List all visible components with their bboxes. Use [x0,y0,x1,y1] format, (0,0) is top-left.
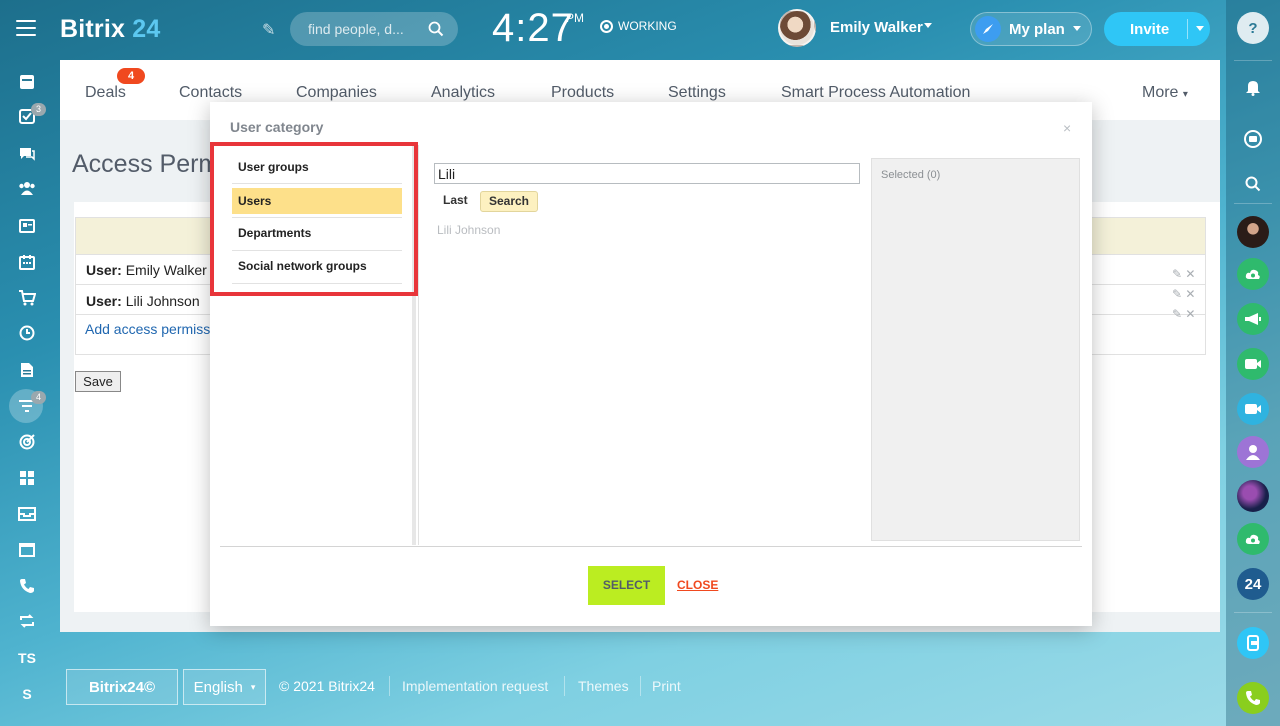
delete-icon: ✕ [1185,267,1196,281]
top-header: Bitrix 24 ✎ 4:27 PM WORKING Emily Walker… [0,0,1280,60]
chevron-down-icon [1072,26,1081,31]
language-selector[interactable]: English ▾ [183,669,266,705]
user-search-input[interactable] [434,163,860,184]
help-icon[interactable]: ? [1237,12,1269,44]
footer-link-implementation[interactable]: Implementation request [402,678,548,694]
permission-row-label: User: Lili Johnson [86,293,200,309]
contact-avatar[interactable] [1237,216,1269,248]
footer-logo[interactable]: Bitrix24© [66,669,178,705]
megaphone-icon[interactable] [1237,303,1269,335]
inbox-icon[interactable] [17,504,37,524]
cloud-icon[interactable] [1237,258,1269,290]
tab-companies[interactable]: Companies [296,84,377,102]
deals-badge: 4 [117,68,145,84]
video-call-icon[interactable] [1237,393,1269,425]
tab-products[interactable]: Products [551,84,614,102]
sidebar-item-s[interactable]: S [0,686,54,702]
chevron-down-icon[interactable] [1196,26,1205,32]
chevron-down-icon[interactable] [924,23,932,29]
search-result-item[interactable]: Lili Johnson [437,223,500,237]
page-title: Access Perm [72,150,220,178]
document-icon[interactable] [17,360,37,380]
add-access-permission-link[interactable]: Add access permiss [85,321,210,337]
clock-time[interactable]: 4:27 [492,6,574,51]
target-icon[interactable] [17,432,37,452]
close-button[interactable]: CLOSE [677,578,718,592]
invite-button[interactable]: Invite [1104,12,1210,46]
close-icon[interactable]: × [1063,120,1071,136]
select-button[interactable]: SELECT [588,566,665,605]
chevron-down-icon: ▾ [250,681,256,692]
record-icon [600,19,613,33]
tasks-badge: 3 [31,103,46,116]
calendar-icon[interactable] [17,252,37,272]
bell-icon[interactable] [1237,71,1269,103]
global-search[interactable] [290,12,458,46]
clock-ampm: PM [566,11,584,25]
row-actions[interactable]: ✎ ✕ [1172,307,1195,321]
chat-icon[interactable] [17,144,37,164]
filter-badge: 4 [31,391,46,404]
sidebar-item-ts[interactable]: TS [0,650,54,666]
phone-icon[interactable] [17,576,37,596]
mobile-device-icon[interactable] [1237,627,1269,659]
search-icon[interactable] [428,21,444,37]
phone-call-icon[interactable] [1237,682,1269,714]
selected-panel [871,158,1080,541]
dialog-divider [220,546,1082,547]
apps-grid-icon[interactable] [17,468,37,488]
my-plan-button[interactable]: My plan [970,12,1092,46]
video-chat-icon[interactable] [1237,348,1269,380]
delete-icon: ✕ [1185,287,1196,301]
category-highlight-box [210,142,418,296]
crm-card-icon[interactable] [17,216,37,236]
avatar[interactable] [778,9,816,47]
selected-count: Selected (0) [881,169,941,181]
feed-icon[interactable] [17,72,37,92]
row-actions[interactable]: ✎ ✕ [1172,267,1195,281]
row-actions[interactable]: ✎ ✕ [1172,287,1195,301]
employees-icon[interactable] [17,178,37,198]
save-button[interactable]: Save [75,371,121,392]
tab-contacts[interactable]: Contacts [179,84,242,102]
menu-icon[interactable] [16,20,36,38]
group-avatar[interactable] [1237,480,1269,512]
cloud-icon[interactable] [1237,523,1269,555]
tab-deals[interactable]: Deals [85,84,126,102]
user-name[interactable]: Emily Walker [830,19,923,36]
edit-icon: ✎ [1172,307,1183,321]
tab-analytics[interactable]: Analytics [431,84,495,102]
search-icon[interactable] [1237,168,1269,200]
window-icon[interactable] [17,540,37,560]
tab-settings[interactable]: Settings [668,84,726,102]
tab-last[interactable]: Last [443,193,468,207]
footer-copyright: © 2021 Bitrix24 [279,678,375,694]
search-button[interactable]: Search [480,191,538,212]
dialog-title: User category [230,119,324,135]
tab-more[interactable]: More ▾ [1142,84,1188,102]
permission-row-label: User: Emily Walker [86,262,207,278]
sync-icon[interactable] [17,611,37,631]
footer-link-print[interactable]: Print [652,678,681,694]
edit-icon: ✎ [1172,267,1183,281]
footer-link-themes[interactable]: Themes [578,678,629,694]
tab-smart-process-automation[interactable]: Smart Process Automation [781,84,970,102]
edit-icon: ✎ [1172,287,1183,301]
messenger-icon[interactable] [1237,123,1269,155]
pencil-icon[interactable]: ✎ [262,20,275,40]
person-icon[interactable] [1237,436,1269,468]
rocket-icon [975,16,1001,42]
app-logo[interactable]: Bitrix 24 [60,15,160,44]
work-status[interactable]: WORKING [600,19,677,33]
delete-icon: ✕ [1185,307,1196,321]
clock-icon[interactable] [17,323,37,343]
cart-icon[interactable] [17,288,37,308]
global-search-input[interactable] [308,20,426,38]
bitrix24-icon[interactable]: 24 [1237,568,1269,600]
